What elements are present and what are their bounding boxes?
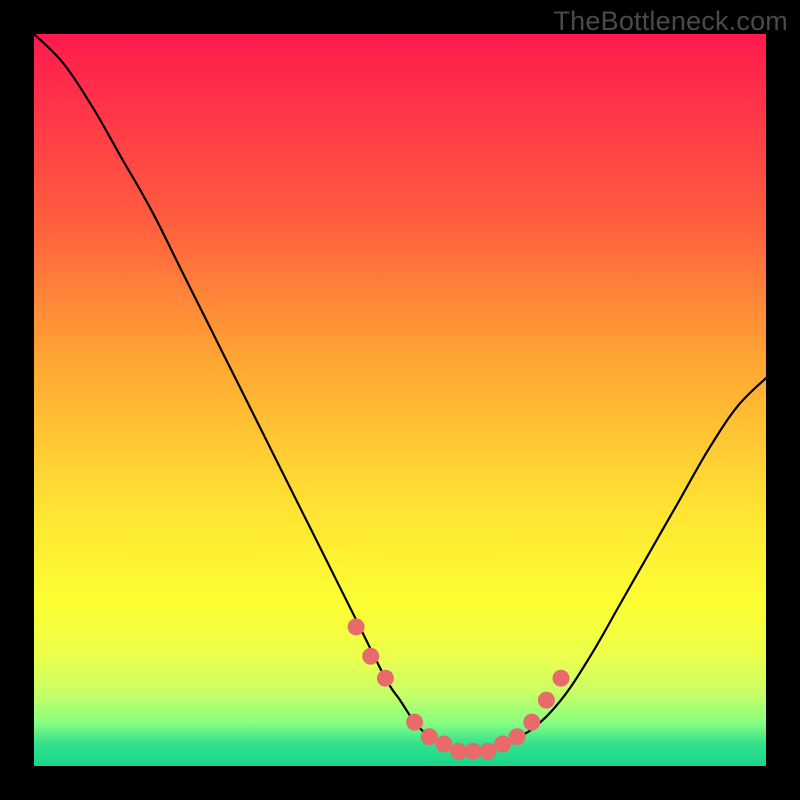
- watermark-text: TheBottleneck.com: [553, 6, 788, 37]
- optimal-dot: [435, 736, 452, 753]
- chart-frame: TheBottleneck.com: [0, 0, 800, 800]
- optimal-dot: [553, 670, 570, 687]
- optimal-dot: [538, 692, 555, 709]
- optimal-dot: [421, 728, 438, 745]
- optimal-dot: [494, 736, 511, 753]
- optimal-dot: [377, 670, 394, 687]
- curve-overlay: [34, 34, 766, 766]
- bottleneck-curve: [34, 34, 766, 752]
- optimal-dot: [465, 743, 482, 760]
- optimal-dot: [523, 714, 540, 731]
- optimal-dot: [479, 743, 496, 760]
- optimal-dots-group: [348, 618, 570, 760]
- optimal-dot: [348, 618, 365, 635]
- plot-area: [34, 34, 766, 766]
- optimal-dot: [406, 714, 423, 731]
- optimal-dot: [509, 728, 526, 745]
- optimal-dot: [362, 648, 379, 665]
- optimal-dot: [450, 743, 467, 760]
